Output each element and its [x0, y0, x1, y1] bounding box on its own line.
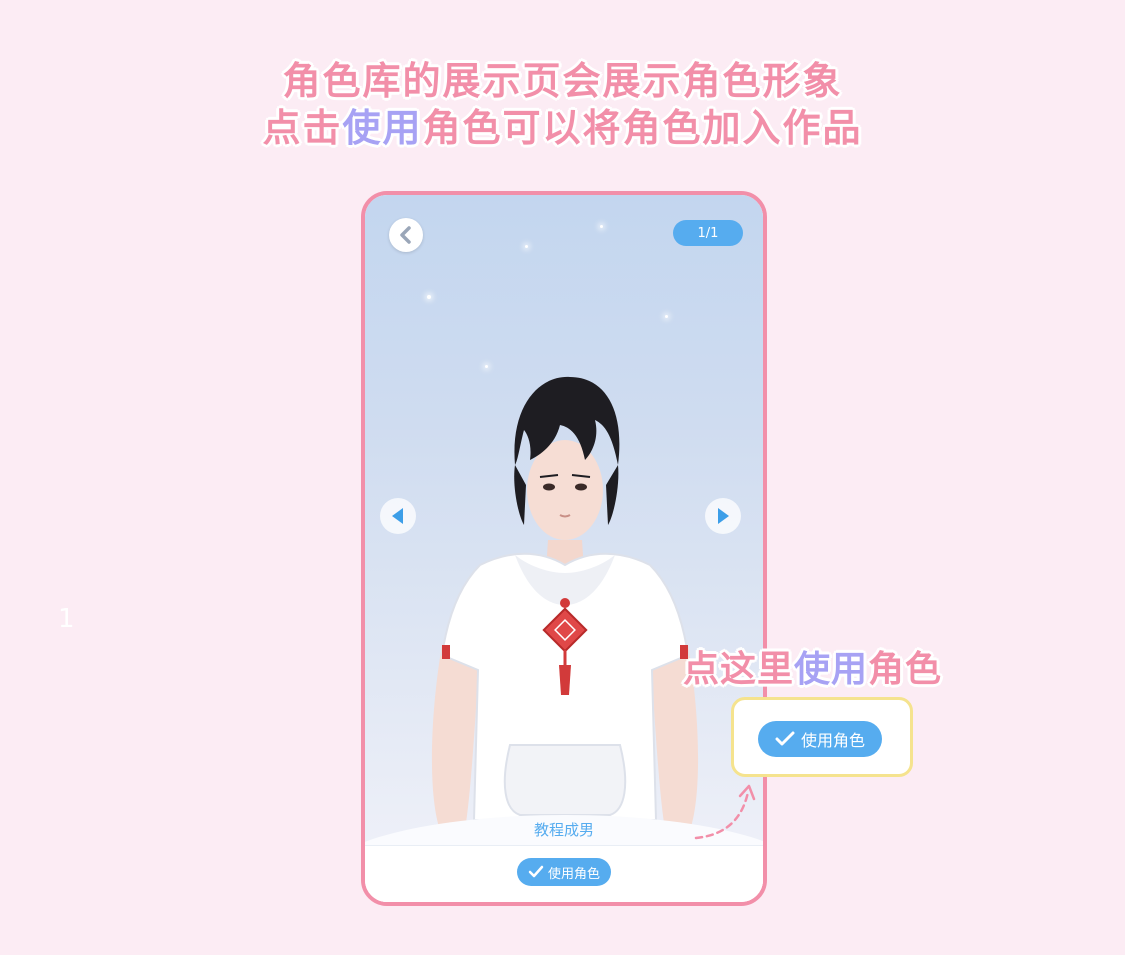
headline-line-2: 点击使用角色可以将角色加入作品 [0, 97, 1125, 152]
sparkle [427, 295, 431, 299]
arrow-right-icon [718, 508, 729, 524]
chevron-left-icon [400, 226, 411, 244]
checkmark-icon [775, 731, 795, 746]
next-character-button[interactable] [705, 498, 741, 534]
dashed-pointer-arrow [694, 784, 756, 840]
headline-highlight-use: 使用 [342, 106, 423, 150]
use-character-button-zoomed[interactable]: 使用角色 [758, 721, 882, 757]
callout-caption-pre: 点这里 [683, 649, 795, 690]
sparkle [600, 225, 603, 228]
use-character-button[interactable]: 使用角色 [517, 858, 611, 886]
use-character-label: 使用角色 [547, 866, 600, 882]
character-scene: 1/1 [365, 195, 763, 902]
checkmark-icon [528, 865, 544, 878]
headline-highlight-role: 角色 [422, 106, 503, 150]
use-character-label-zoomed: 使用角色 [800, 731, 865, 750]
arrow-left-icon [392, 508, 403, 524]
previous-character-button[interactable] [380, 498, 416, 534]
sparkle [525, 245, 528, 248]
callout-caption: 点这里使用角色 [683, 640, 942, 692]
page-indicator: 1/1 [673, 220, 743, 246]
headline-line-2-post: 可以将角色加入作品 [502, 106, 863, 150]
back-button[interactable] [389, 218, 423, 252]
step-number: 1 [58, 604, 75, 634]
callout-zoom-box: 使用角色 [731, 697, 913, 777]
callout-highlight-use: 使用 [794, 649, 869, 690]
character-avatar [431, 376, 699, 830]
callout-highlight-role: 角色 [868, 649, 943, 690]
headline-line-2-pre: 点击 [262, 106, 343, 150]
bottom-bar: 使用角色 [365, 846, 763, 902]
